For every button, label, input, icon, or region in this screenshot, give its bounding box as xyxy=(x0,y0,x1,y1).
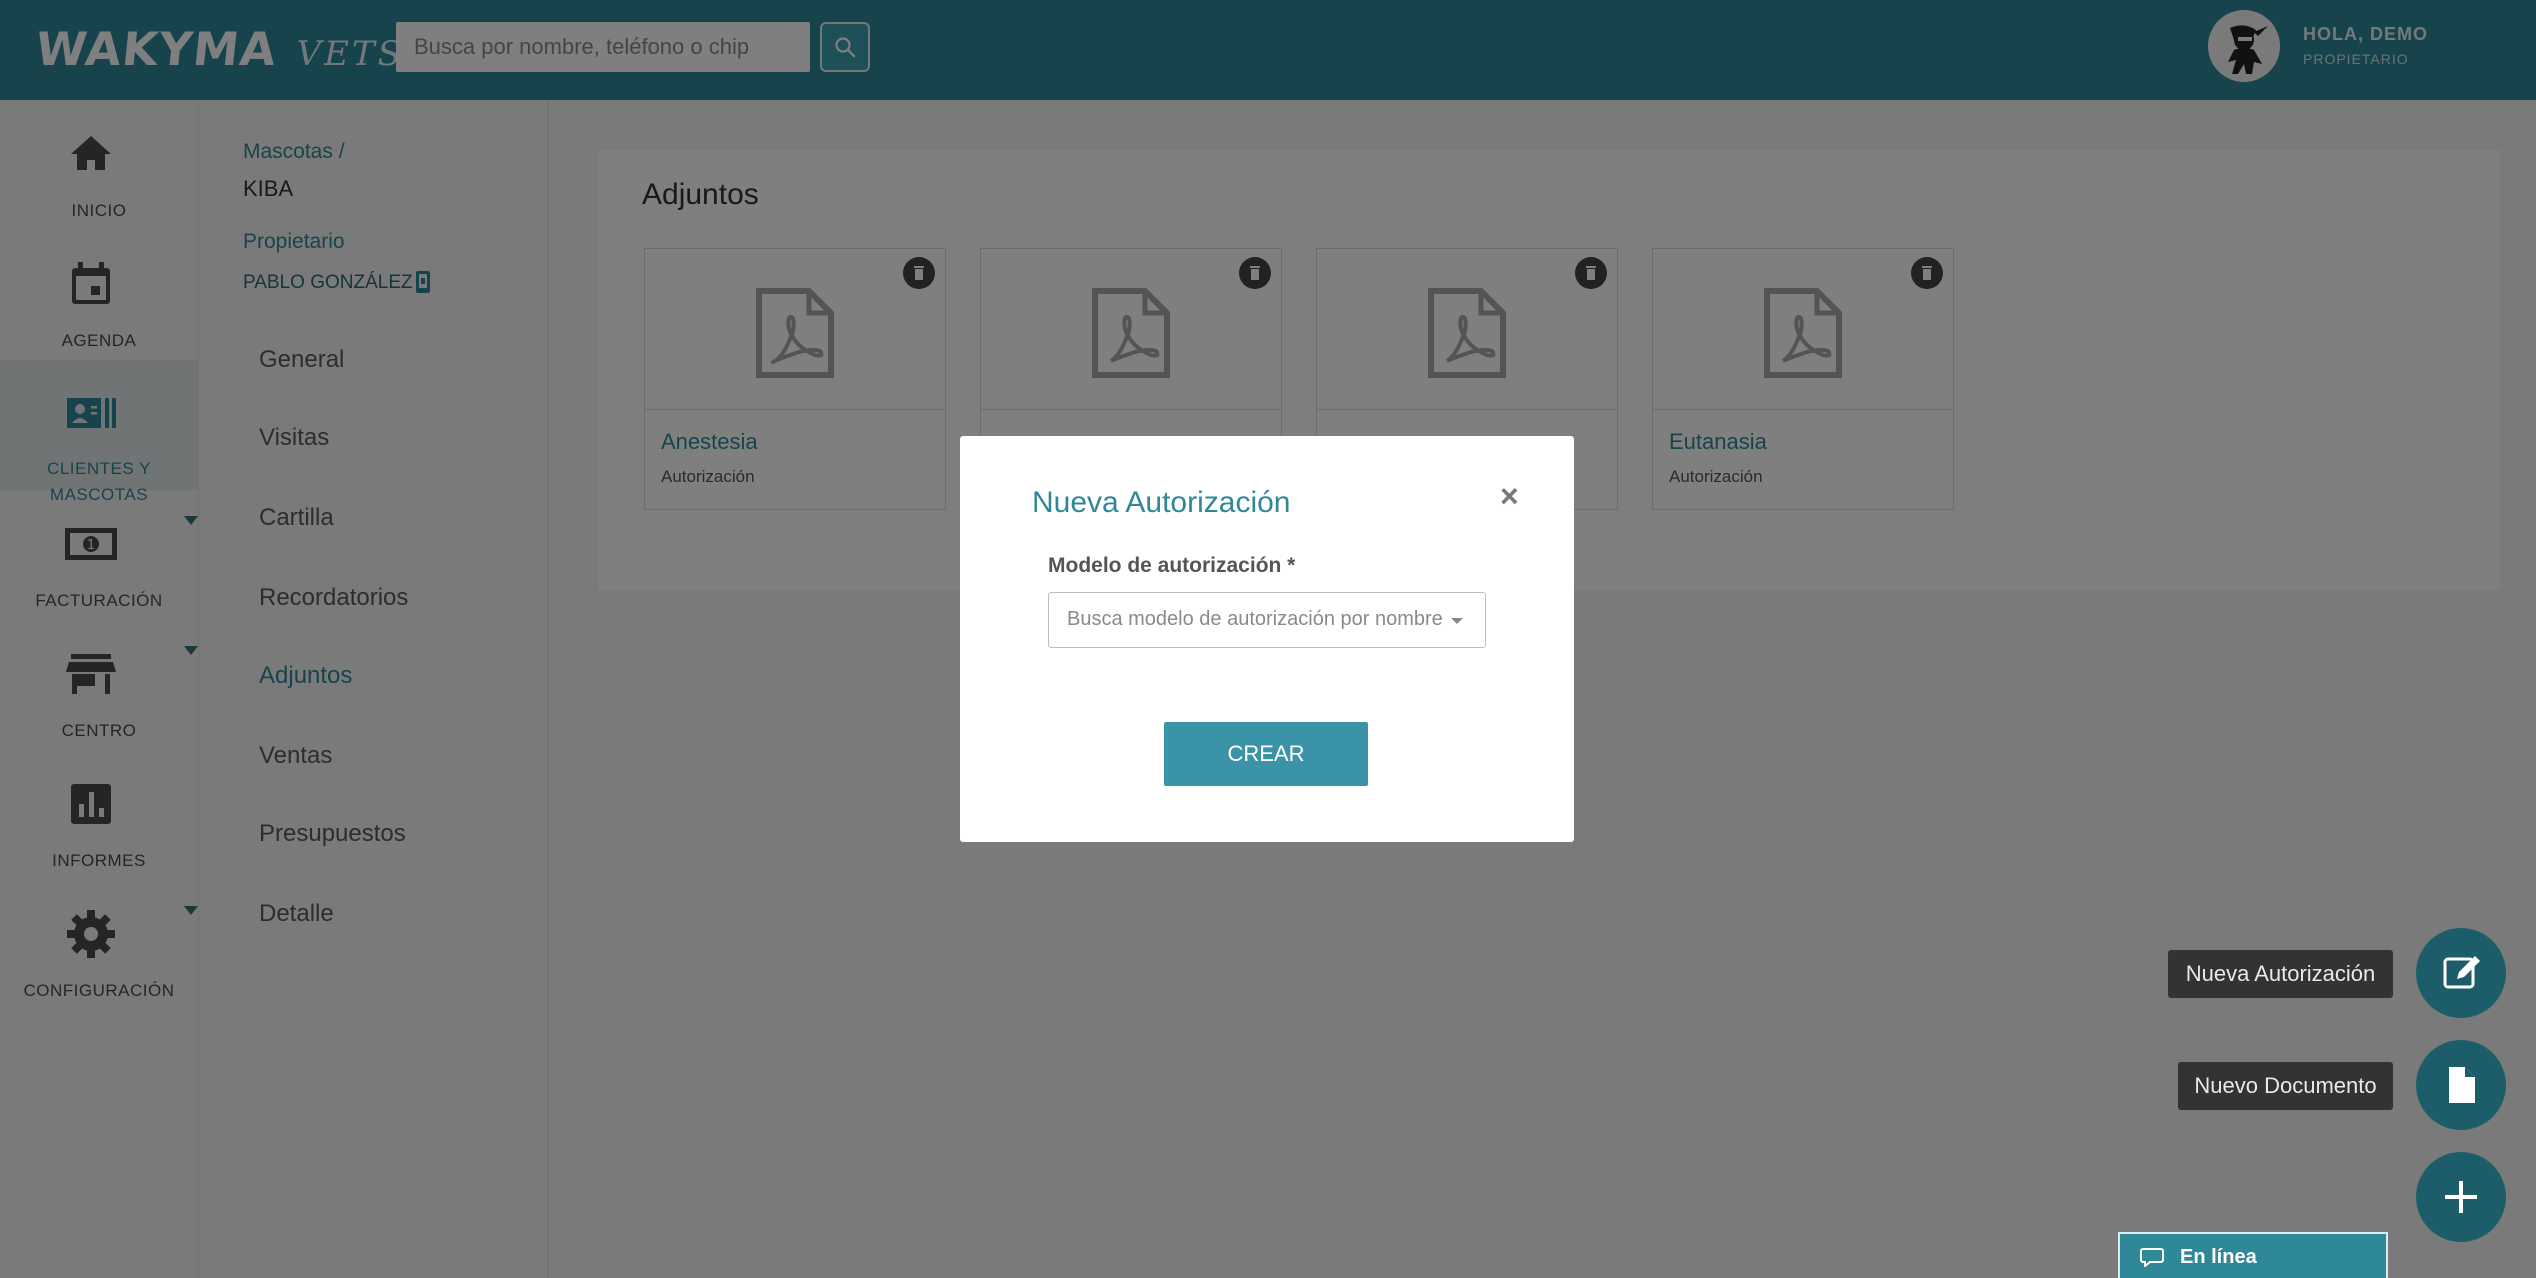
authorization-model-label: Modelo de autorización * xyxy=(1048,554,1296,577)
authorization-model-select[interactable]: Busca modelo de autorización por nombre xyxy=(1048,592,1486,648)
document-icon xyxy=(2449,1067,2475,1103)
new-document-tooltip: Nuevo Documento xyxy=(2178,1062,2393,1110)
edit-icon xyxy=(2443,956,2480,989)
online-chat-widget[interactable]: En línea xyxy=(2118,1232,2388,1278)
add-fab[interactable] xyxy=(2416,1152,2506,1242)
new-authorization-modal: Nueva Autorización × Modelo de autorizac… xyxy=(960,436,1574,842)
plus-icon xyxy=(2445,1181,2477,1213)
new-authorization-fab[interactable] xyxy=(2416,928,2506,1018)
chat-bubble-icon xyxy=(2140,1248,2164,1267)
new-document-fab[interactable] xyxy=(2416,1040,2506,1130)
close-icon[interactable]: × xyxy=(1500,480,1519,512)
create-button[interactable]: CREAR xyxy=(1164,722,1368,786)
new-authorization-tooltip: Nueva Autorización xyxy=(2168,950,2393,998)
modal-title: Nueva Autorización xyxy=(1032,486,1291,519)
chevron-down-icon xyxy=(1451,618,1463,624)
select-placeholder: Busca modelo de autorización por nombre xyxy=(1067,608,1443,630)
chat-status-label: En línea xyxy=(2180,1246,2257,1268)
